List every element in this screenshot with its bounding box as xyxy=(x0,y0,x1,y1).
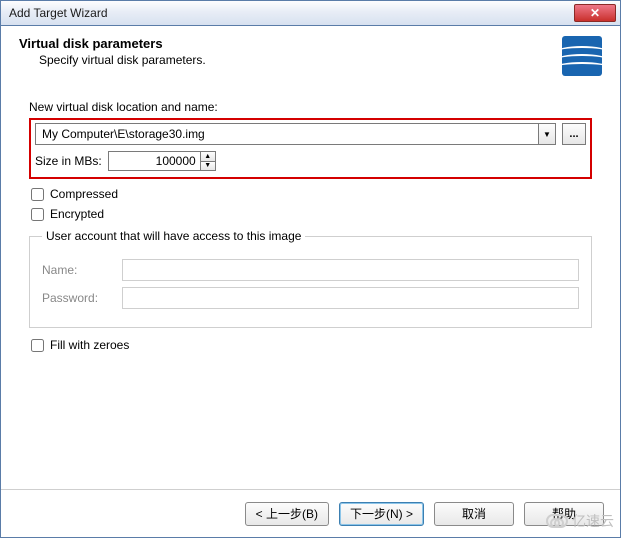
size-spinner[interactable]: ▲ ▼ xyxy=(108,151,216,171)
close-icon: ✕ xyxy=(590,6,600,20)
window-title: Add Target Wizard xyxy=(9,6,574,20)
next-button[interactable]: 下一步(N) > xyxy=(339,502,424,526)
wizard-content: New virtual disk location and name: ▼ ..… xyxy=(1,90,620,368)
header-title: Virtual disk parameters xyxy=(19,36,562,51)
close-button[interactable]: ✕ xyxy=(574,4,616,22)
help-button[interactable]: 帮助 xyxy=(524,502,604,526)
size-input[interactable] xyxy=(108,151,200,171)
name-label: Name: xyxy=(42,263,112,277)
compressed-label: Compressed xyxy=(50,187,118,201)
chevron-down-icon: ▼ xyxy=(204,162,211,169)
password-input xyxy=(122,287,579,309)
titlebar: Add Target Wizard ✕ xyxy=(0,0,621,26)
wizard-footer: < 上一步(B) 下一步(N) > 取消 帮助 xyxy=(1,489,620,537)
chevron-down-icon: ▼ xyxy=(543,130,551,139)
product-logo-icon xyxy=(562,36,602,76)
name-input xyxy=(122,259,579,281)
user-access-group: User account that will have access to th… xyxy=(29,229,592,328)
fill-zeroes-checkbox[interactable] xyxy=(31,339,44,352)
chevron-up-icon: ▲ xyxy=(204,153,211,160)
location-input[interactable] xyxy=(35,123,538,145)
fill-zeroes-label: Fill with zeroes xyxy=(50,338,129,352)
location-dropdown-button[interactable]: ▼ xyxy=(538,123,556,145)
wizard-header: Virtual disk parameters Specify virtual … xyxy=(1,26,620,90)
encrypted-label: Encrypted xyxy=(50,207,104,221)
password-label: Password: xyxy=(42,291,112,305)
window-body: Virtual disk parameters Specify virtual … xyxy=(0,26,621,538)
location-label: New virtual disk location and name: xyxy=(29,100,592,114)
cancel-button[interactable]: 取消 xyxy=(434,502,514,526)
encrypted-checkbox[interactable] xyxy=(31,208,44,221)
user-access-legend: User account that will have access to th… xyxy=(42,229,305,243)
browse-button[interactable]: ... xyxy=(562,123,586,145)
highlight-box: ▼ ... Size in MBs: ▲ ▼ xyxy=(29,118,592,179)
header-subtitle: Specify virtual disk parameters. xyxy=(39,53,562,67)
size-label: Size in MBs: xyxy=(35,154,102,168)
size-spin-down[interactable]: ▼ xyxy=(201,162,215,171)
compressed-checkbox[interactable] xyxy=(31,188,44,201)
size-spin-up[interactable]: ▲ xyxy=(201,152,215,162)
location-combobox[interactable]: ▼ xyxy=(35,123,556,145)
back-button[interactable]: < 上一步(B) xyxy=(245,502,329,526)
